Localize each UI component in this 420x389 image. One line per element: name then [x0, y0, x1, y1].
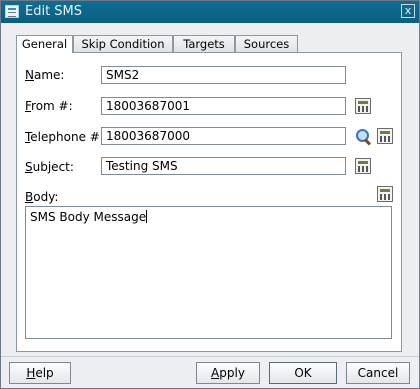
body-label: Body: — [25, 190, 59, 204]
tab-targets[interactable]: Targets — [173, 35, 235, 52]
apply-button[interactable]: Apply — [196, 362, 260, 384]
telephone-field[interactable]: 18003687000 — [101, 127, 346, 145]
body-textarea[interactable]: SMS Body Message — [25, 206, 392, 339]
close-icon[interactable]: x — [401, 4, 415, 18]
window-title: Edit SMS — [25, 4, 83, 19]
expression-builder-icon[interactable] — [355, 158, 371, 174]
title-bar[interactable]: Edit SMS x — [1, 1, 419, 23]
body-text: SMS Body Message — [30, 210, 147, 224]
window-icon — [5, 5, 19, 18]
telephone-label: Telephone #: — [25, 130, 104, 144]
expression-builder-icon[interactable] — [355, 98, 371, 114]
from-label: From #: — [25, 99, 73, 113]
ok-button[interactable]: OK — [269, 362, 337, 384]
subject-label: Subject: — [25, 160, 74, 174]
expression-builder-icon[interactable] — [377, 128, 393, 144]
tab-general[interactable]: General — [16, 35, 73, 53]
subject-field[interactable]: Testing SMS — [101, 157, 346, 175]
name-field[interactable]: SMS2 — [101, 66, 346, 84]
button-bar-separator — [1, 356, 419, 357]
magnifier-icon[interactable] — [356, 129, 372, 146]
general-panel: Name: SMS2 From #: 18003687001 Telephone… — [16, 52, 402, 352]
tab-sources[interactable]: Sources — [235, 35, 298, 52]
help-button[interactable]: Help — [9, 362, 71, 384]
from-field[interactable]: 18003687001 — [101, 97, 346, 115]
expression-builder-icon[interactable] — [377, 186, 393, 202]
cancel-button[interactable]: Cancel — [346, 362, 410, 384]
edit-sms-dialog: Edit SMS x General Skip Condition Target… — [0, 0, 420, 389]
tab-skip-condition[interactable]: Skip Condition — [73, 35, 173, 52]
text-caret — [146, 210, 148, 223]
name-label: Name: — [25, 68, 65, 82]
